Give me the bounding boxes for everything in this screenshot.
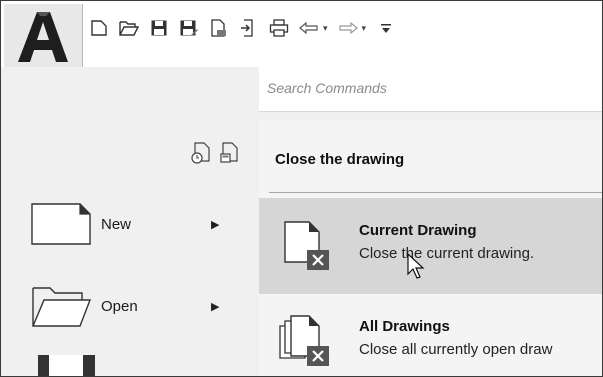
- print-icon[interactable]: [269, 17, 289, 39]
- quick-access-icons: ▾ ▾: [89, 15, 396, 41]
- submenu-item-all-drawings[interactable]: All Drawings Close all currently open dr…: [259, 294, 602, 376]
- submenu-item-title: All Drawings: [359, 318, 450, 335]
- menu-item-label: Open: [101, 297, 138, 315]
- open-documents-icon[interactable]: [219, 141, 241, 165]
- redo-icon[interactable]: [338, 17, 358, 39]
- recent-documents-icon[interactable]: [191, 141, 213, 165]
- submenu-item-description: Close all currently open draw: [359, 341, 553, 358]
- open-folder-large-icon: [29, 283, 93, 329]
- undo-icon[interactable]: [299, 17, 319, 39]
- submenu-divider: [269, 192, 602, 193]
- export-icon[interactable]: [209, 17, 229, 39]
- search-commands-bar: [259, 67, 602, 111]
- application-button[interactable]: [4, 4, 83, 71]
- close-current-drawing-icon: [284, 221, 329, 270]
- open-folder-icon[interactable]: [119, 17, 139, 39]
- undo-dropdown-icon[interactable]: ▾: [323, 23, 328, 34]
- close-all-drawings-icon: [279, 315, 329, 366]
- mouse-pointer-icon: [407, 253, 425, 279]
- quick-access-toolbar: ▾ ▾: [1, 1, 602, 71]
- redo-dropdown-icon[interactable]: ▾: [362, 23, 367, 34]
- submenu-title: Close the drawing: [275, 151, 405, 168]
- save-menu-icon-partial[interactable]: [37, 353, 97, 376]
- submenu-item-title: Current Drawing: [359, 222, 477, 239]
- menu-item-label: New: [101, 215, 132, 233]
- import-icon[interactable]: [239, 17, 259, 39]
- search-commands-input[interactable]: [265, 74, 599, 102]
- submenu-item-description: Close the current drawing.: [359, 245, 535, 262]
- app-logo-icon: [18, 12, 68, 62]
- menu-item-open[interactable]: Open ▶: [29, 278, 244, 334]
- application-menu-window: ▾ ▾ New ▶ Open ▶ Search Commands Close t…: [0, 0, 603, 377]
- recent-documents-toolbar: [191, 141, 241, 165]
- menu-item-new[interactable]: New ▶: [29, 196, 244, 252]
- submenu-arrow-icon: ▶: [211, 218, 220, 231]
- save-as-icon[interactable]: [179, 17, 199, 39]
- submenu-arrow-icon: ▶: [211, 300, 220, 313]
- new-file-icon[interactable]: [89, 17, 109, 39]
- submenu-item-current-drawing[interactable]: Current Drawing Close the current drawin…: [259, 198, 602, 294]
- customize-dropdown-icon[interactable]: [376, 17, 396, 39]
- new-document-icon: [29, 201, 93, 247]
- save-icon[interactable]: [149, 17, 169, 39]
- submenu-panel-top: [259, 111, 602, 120]
